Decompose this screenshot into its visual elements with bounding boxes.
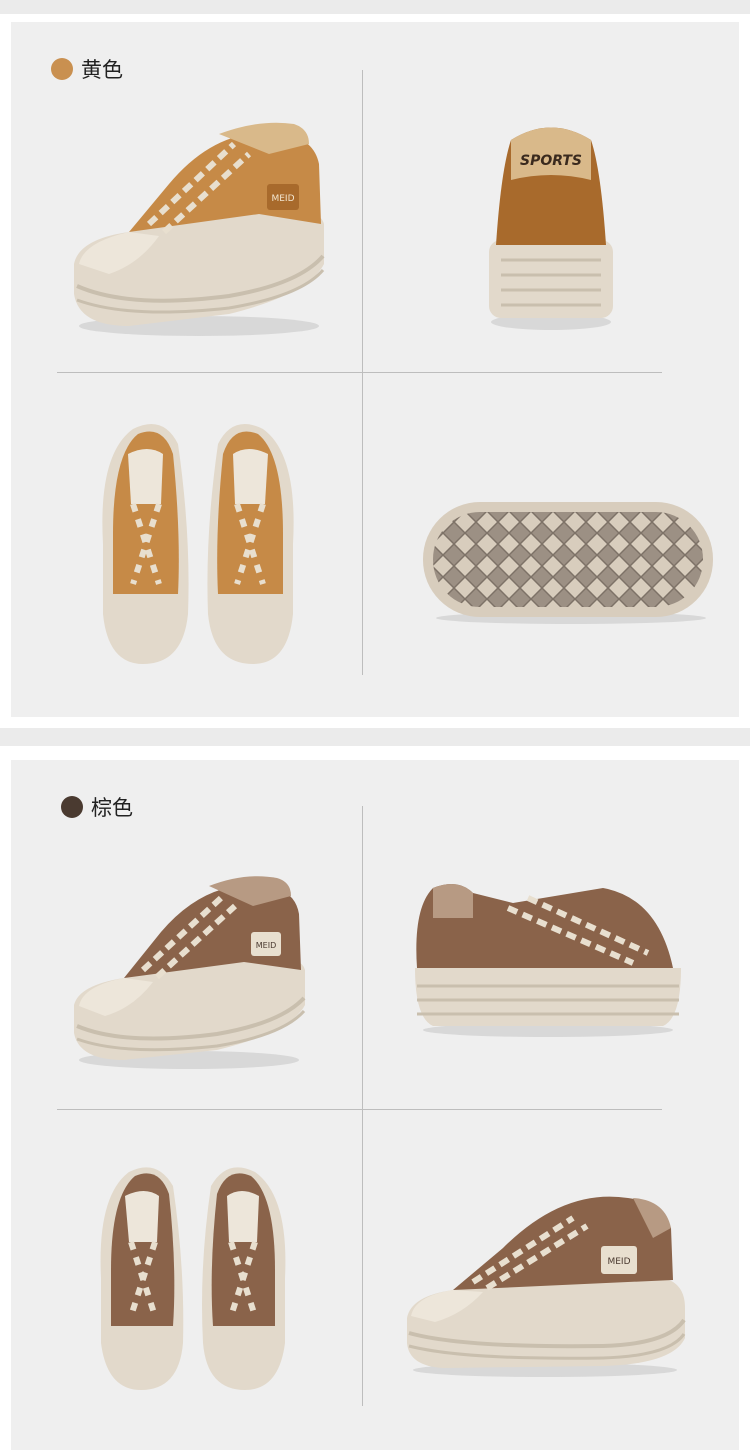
color-swatch-brown bbox=[61, 796, 83, 818]
shoe-photo-top-yellow bbox=[93, 414, 303, 674]
shoe-photo-outer-brown bbox=[413, 868, 683, 1038]
shoe-photo-inner-brown: MEID bbox=[403, 1188, 688, 1378]
color-swatch-yellow bbox=[51, 58, 73, 80]
variant-panel-brown: 棕色 MEID MEID bbox=[11, 760, 739, 1450]
middle-band bbox=[0, 728, 750, 746]
svg-text:MEID: MEID bbox=[607, 1257, 630, 1267]
variant-label-yellow: 黄色 bbox=[51, 54, 123, 84]
variant-name: 棕色 bbox=[91, 796, 133, 820]
grid-divider-horizontal bbox=[57, 372, 662, 373]
svg-text:SPORTS: SPORTS bbox=[520, 153, 582, 169]
shoe-photo-sole-yellow bbox=[421, 500, 716, 625]
shoe-photo-top-brown bbox=[93, 1158, 293, 1398]
shoe-photo-side-yellow: MEID bbox=[69, 114, 329, 339]
svg-text:MEID: MEID bbox=[271, 194, 294, 204]
grid-divider-horizontal bbox=[57, 1109, 662, 1110]
shoe-photo-heel-yellow: SPORTS bbox=[481, 110, 621, 335]
svg-text:MEID: MEID bbox=[256, 941, 276, 950]
shoe-photo-side-brown: MEID bbox=[69, 870, 309, 1070]
variant-name: 黄色 bbox=[81, 58, 123, 82]
grid-divider-vertical bbox=[362, 806, 363, 1406]
variant-label-brown: 棕色 bbox=[61, 792, 133, 822]
variant-panel-yellow: 黄色 MEID SPORTS bbox=[11, 22, 739, 717]
top-band bbox=[0, 0, 750, 14]
